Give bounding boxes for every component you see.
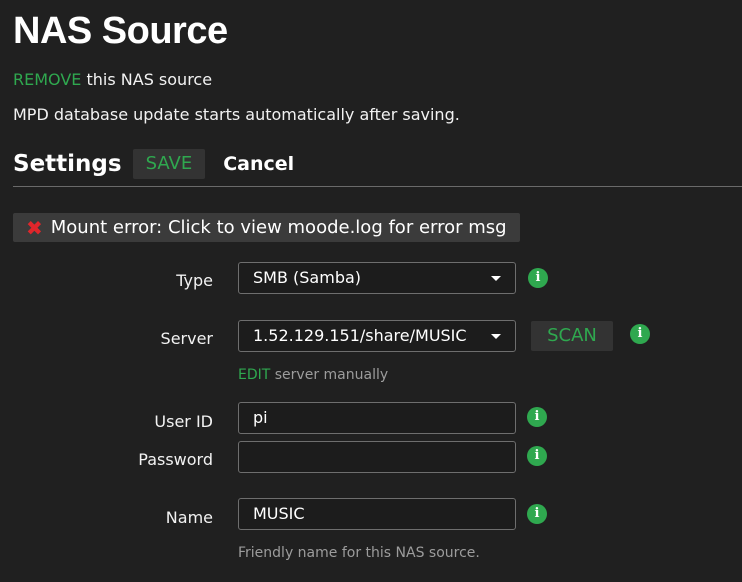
remove-link[interactable]: REMOVE: [13, 70, 81, 89]
type-label: Type: [176, 271, 213, 290]
password-input[interactable]: [238, 441, 516, 473]
type-select[interactable]: SMB (Samba): [238, 262, 516, 294]
remove-line: REMOVE this NAS source: [13, 70, 212, 89]
server-select-value: 1.52.129.151/share/MUSIC: [253, 326, 467, 345]
chevron-down-icon: [491, 276, 501, 281]
name-value: MUSIC: [253, 504, 305, 523]
chevron-down-icon: [491, 334, 501, 339]
db-update-info: MPD database update starts automatically…: [13, 105, 460, 124]
save-button[interactable]: SAVE: [132, 149, 206, 179]
server-info-icon[interactable]: i: [630, 324, 650, 344]
divider: [13, 186, 742, 187]
user-id-value: pi: [253, 408, 268, 427]
remove-suffix: this NAS source: [81, 70, 213, 89]
name-label: Name: [165, 508, 213, 527]
edit-server-link[interactable]: EDIT: [238, 367, 270, 383]
user-id-label: User ID: [154, 412, 213, 431]
settings-header: Settings SAVE Cancel: [13, 147, 294, 181]
user-id-info-icon[interactable]: i: [527, 407, 547, 427]
name-input[interactable]: MUSIC: [238, 498, 516, 530]
user-id-input[interactable]: pi: [238, 402, 516, 434]
server-label: Server: [160, 329, 213, 348]
error-x-icon: ✖: [26, 215, 43, 240]
password-label: Password: [138, 450, 213, 469]
mount-error-message: Mount error: Click to view moode.log for…: [50, 217, 507, 238]
cancel-button[interactable]: Cancel: [223, 153, 294, 175]
server-select[interactable]: 1.52.129.151/share/MUSIC: [238, 320, 516, 352]
page-title: NAS Source: [13, 10, 228, 52]
edit-server-help: EDIT server manually: [238, 367, 388, 383]
name-help: Friendly name for this NAS source.: [238, 545, 480, 561]
name-info-icon[interactable]: i: [527, 504, 547, 524]
scan-button[interactable]: SCAN: [531, 321, 613, 351]
edit-server-suffix: server manually: [270, 367, 389, 383]
password-info-icon[interactable]: i: [527, 446, 547, 466]
type-select-value: SMB (Samba): [253, 268, 362, 287]
type-info-icon[interactable]: i: [528, 268, 548, 288]
settings-title: Settings: [13, 151, 122, 177]
mount-error-banner[interactable]: ✖ Mount error: Click to view moode.log f…: [13, 213, 520, 242]
